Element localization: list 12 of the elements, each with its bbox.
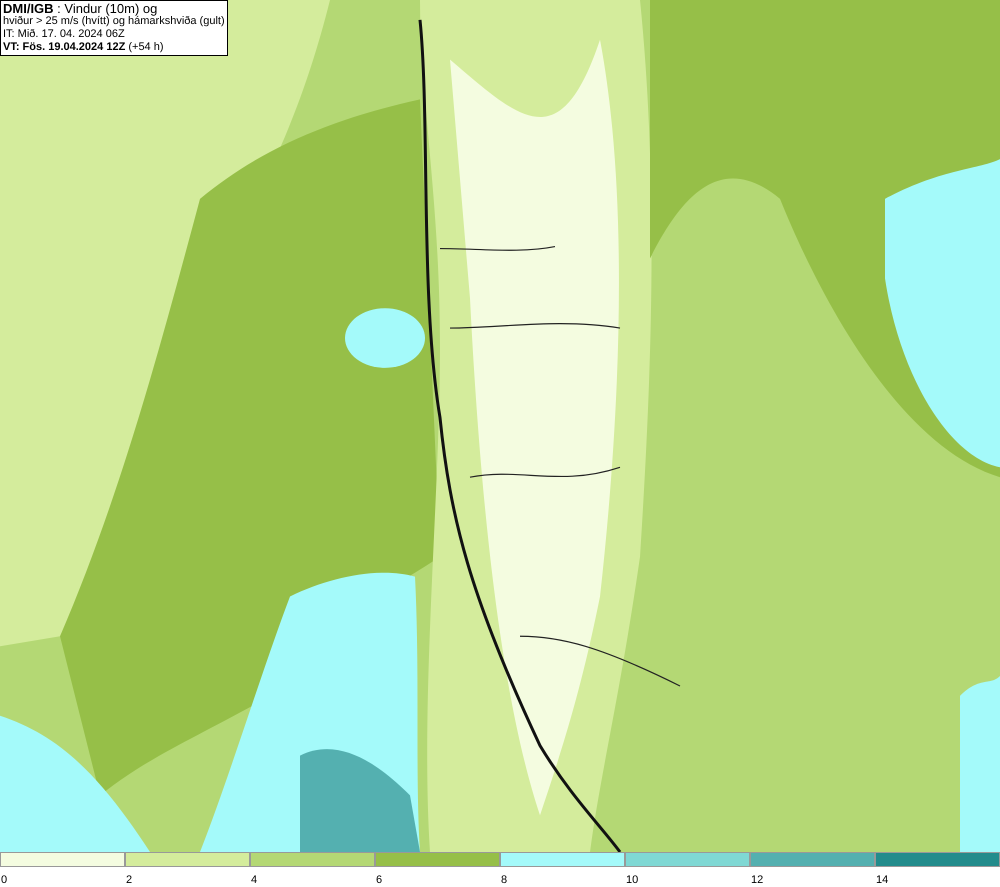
info-text: VT: Fös. 19.04.2024 12Z (+54 h) [3,41,165,54]
info-text: DMI/IGB : Vindur (10m) og [3,2,158,15]
legend-label: 2 [126,874,132,886]
legend-label: 14 [876,874,888,886]
legend-label: 10 [626,874,638,886]
legend-label: 8 [501,874,508,886]
legend-label: 6 [376,874,382,886]
info-text: IT: Mið. 17. 04. 2024 06Z [3,28,126,41]
legend-label: 0 [1,874,8,886]
legend-label: 12 [751,874,764,886]
legend-label: 4 [251,874,258,886]
info-text: hviður > 25 m/s (hvítt) og hámarkshviða (gult) [3,15,225,28]
